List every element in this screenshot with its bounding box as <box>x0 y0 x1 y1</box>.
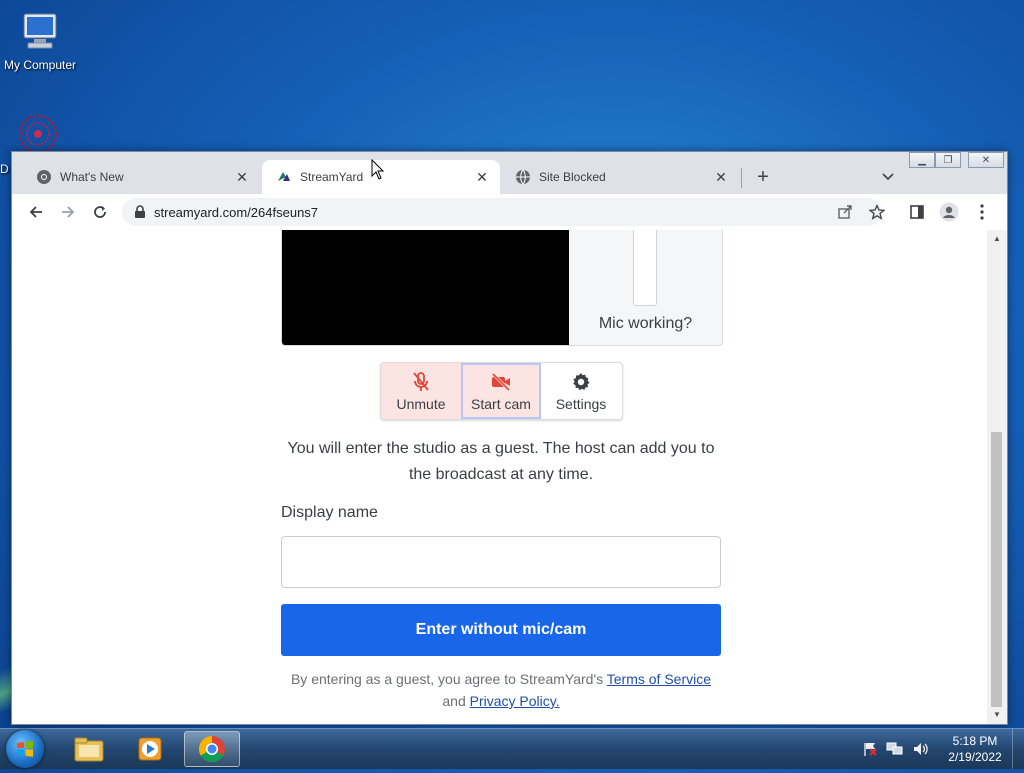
mic-level-meter <box>633 230 657 306</box>
streamyard-icon <box>276 169 292 185</box>
folder-icon <box>74 737 104 762</box>
chrome-icon <box>198 735 225 763</box>
mic-check-label: Mic working? <box>598 315 693 332</box>
menu-kebab-icon[interactable] <box>970 200 994 224</box>
reload-icon[interactable] <box>88 200 112 224</box>
system-tray <box>862 729 930 769</box>
privacy-policy-link[interactable]: Privacy Policy. <box>470 693 560 709</box>
camera-off-icon <box>490 370 512 394</box>
taskbar-media-player-button[interactable] <box>122 731 178 767</box>
chrome-icon <box>36 169 52 185</box>
tab-site-blocked[interactable]: Site Blocked ✕ <box>501 160 739 194</box>
new-tab-button[interactable]: + <box>752 166 774 188</box>
tab-title: What's New <box>60 170 124 184</box>
share-icon[interactable] <box>834 201 856 223</box>
start-button[interactable] <box>6 730 44 768</box>
clock-time: 5:18 PM <box>952 734 998 748</box>
network-ball-icon <box>19 115 57 153</box>
url-text: streamyard.com/264fseuns7 <box>154 204 319 220</box>
bookmark-star-icon[interactable] <box>866 201 888 223</box>
taskbar-chrome-button[interactable] <box>184 731 240 767</box>
minimize-button[interactable]: ▁ <box>909 152 935 168</box>
tab-title: Site Blocked <box>539 170 606 184</box>
lock-icon <box>134 205 146 219</box>
scroll-down-arrow-icon[interactable]: ▼ <box>992 710 1002 720</box>
start-cam-label: Start cam <box>471 396 531 412</box>
computer-icon <box>23 13 57 49</box>
vertical-scrollbar[interactable]: ▲ ▼ <box>987 230 1007 724</box>
taskbar-explorer-button[interactable] <box>61 731 117 767</box>
action-center-flag-icon[interactable] <box>862 741 878 757</box>
tab-whats-new[interactable]: What's New ✕ <box>22 160 260 194</box>
browser-window: What's New ✕ StreamYard ✕ Site Blocked ✕… <box>11 151 1008 725</box>
terms-and: and <box>442 693 466 709</box>
clock-date: 2/19/2022 <box>948 750 1002 764</box>
start-cam-button[interactable]: Start cam <box>461 363 541 419</box>
back-icon[interactable] <box>24 200 48 224</box>
terms-notice: By entering as a guest, you agree to Str… <box>281 668 721 712</box>
media-preview: Mic working? <box>281 230 723 346</box>
tab-separator <box>741 168 742 188</box>
desktop-icon-my-computer[interactable]: My Computer <box>0 8 80 72</box>
page-viewport: Mic working? Unmute Start cam Settings Y… <box>12 230 987 724</box>
taskbar-clock[interactable]: 5:18 PM 2/19/2022 <box>940 733 1010 765</box>
enter-without-mic-cam-button[interactable]: Enter without mic/cam <box>281 604 721 656</box>
close-window-button[interactable]: ✕ <box>968 152 1004 168</box>
maximize-button[interactable]: ❐ <box>935 152 961 168</box>
gear-icon <box>571 370 591 394</box>
settings-button[interactable]: Settings <box>541 363 621 419</box>
scroll-up-arrow-icon[interactable]: ▲ <box>992 234 1002 244</box>
taskbar: 5:18 PM 2/19/2022 <box>0 728 1024 769</box>
unmute-button[interactable]: Unmute <box>381 363 461 419</box>
side-panel-icon[interactable] <box>905 200 929 224</box>
camera-preview <box>282 230 569 345</box>
network-icon[interactable] <box>886 741 904 757</box>
terms-of-service-link[interactable]: Terms of Service <box>607 671 711 687</box>
browser-toolbar: streamyard.com/264fseuns7 <box>12 194 1007 230</box>
forward-icon[interactable] <box>56 200 80 224</box>
media-player-icon <box>138 737 162 761</box>
address-bar[interactable]: streamyard.com/264fseuns7 <box>122 198 885 226</box>
desktop-icon-label: My Computer <box>3 58 77 72</box>
desktop-icon-label: D <box>0 162 9 176</box>
tab-strip: What's New ✕ StreamYard ✕ Site Blocked ✕… <box>12 152 1007 194</box>
mic-check-panel: Mic working? <box>569 230 722 345</box>
mic-off-icon <box>411 370 431 394</box>
volume-icon[interactable] <box>912 741 930 757</box>
display-name-label: Display name <box>281 504 378 521</box>
close-icon[interactable]: ✕ <box>232 167 252 187</box>
scrollbar-thumb[interactable] <box>991 432 1002 707</box>
tab-title: StreamYard <box>300 170 364 184</box>
display-name-input[interactable] <box>281 536 721 588</box>
globe-icon <box>515 169 531 185</box>
terms-prefix: By entering as a guest, you agree to Str… <box>290 671 604 687</box>
unmute-label: Unmute <box>396 396 446 412</box>
profile-avatar-icon[interactable] <box>937 200 961 224</box>
close-icon[interactable]: ✕ <box>472 167 492 187</box>
settings-label: Settings <box>555 396 607 412</box>
windows-logo-icon <box>17 740 33 757</box>
guest-message: You will enter the studio as a guest. Th… <box>287 440 715 483</box>
chevron-down-icon[interactable] <box>878 166 898 188</box>
media-controls: Unmute Start cam Settings <box>380 362 623 420</box>
mouse-cursor-icon <box>371 159 385 180</box>
close-icon[interactable]: ✕ <box>711 167 731 187</box>
show-desktop-button[interactable] <box>1012 729 1024 769</box>
